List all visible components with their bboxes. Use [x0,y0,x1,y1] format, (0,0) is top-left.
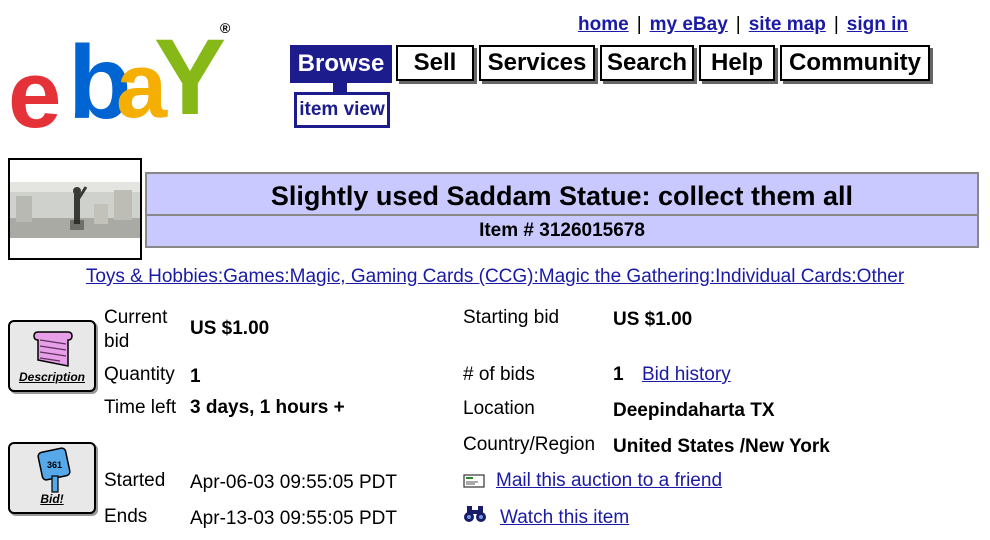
home-link[interactable]: home [578,14,629,35]
country-value: United States /New York [613,436,830,457]
current-bid-label: Current bid [104,307,168,352]
ends-value: Apr-13-03 09:55:05 PDT [190,508,398,529]
country-label: Country/Region [463,434,596,455]
paddle-icon: 361 [37,447,71,493]
item-number: Item # 3126015678 [479,220,645,241]
tab-browse[interactable]: Browse [290,45,392,83]
bid-button[interactable]: 361 Bid! [8,442,96,514]
binoculars-icon[interactable] [463,504,487,524]
tab-services[interactable]: Services [479,45,595,81]
started-value: Apr-06-03 09:55:05 PDT [190,472,398,493]
category-link[interactable]: Toys & Hobbies:Games:Magic, Gaming Cards… [86,266,904,287]
bid-caption: Bid! [40,492,64,506]
item-title: Slightly used Saddam Statue: collect the… [147,178,977,216]
quantity-value: 1 [190,366,201,387]
my-ebay-link[interactable]: my eBay [650,14,728,35]
current-bid-value: US $1.00 [190,318,270,339]
started-label: Started [104,470,166,491]
bid-history-link[interactable]: Bid history [642,363,731,387]
site-map-link[interactable]: site map [749,14,826,35]
starting-bid-label: Starting bid [463,307,560,328]
num-bids-label: # of bids [463,364,535,385]
tab-connector [333,82,347,92]
link-separator: | [735,14,741,35]
mail-icon[interactable] [463,474,485,488]
link-separator: | [833,14,839,35]
logo-letter-e: e [8,41,61,148]
starting-bid-value: US $1.00 [613,309,693,330]
description-caption: Description [18,370,85,384]
tab-sell[interactable]: Sell [396,45,474,81]
ends-label: Ends [104,506,148,527]
item-title-box: Slightly used Saddam Statue: collect the… [145,172,979,248]
mail-auction-link[interactable]: Mail this auction to a friend [496,469,722,493]
location-label: Location [463,398,535,419]
description-button[interactable]: Description [8,320,96,392]
statue-photo [10,182,140,238]
sign-in-link[interactable]: sign in [847,14,908,35]
tab-search[interactable]: Search [600,45,694,81]
tab-help[interactable]: Help [699,45,775,81]
link-separator: | [636,14,642,35]
time-left-label: Time left [104,397,177,418]
time-left-value: 3 days, 1 hours + [190,397,345,418]
item-thumbnail[interactable] [8,158,142,260]
top-links: home | my eBay | site map | sign in [578,14,908,36]
ebay-logo[interactable]: e b a Y ® [8,16,240,148]
logo-letter-y: Y [154,16,227,137]
location-value: Deepindaharta TX [613,400,775,421]
registered-mark: ® [220,20,231,36]
scroll-icon [33,331,73,367]
category-breadcrumb: Toys & Hobbies:Games:Magic, Gaming Cards… [0,266,990,288]
num-bids-value: 1 [613,364,624,385]
tab-item-view[interactable]: item view [294,92,390,128]
tab-community[interactable]: Community [780,45,930,81]
quantity-label: Quantity [104,364,175,385]
paddle-number: 361 [47,460,62,470]
watch-item-link[interactable]: Watch this item [500,506,629,530]
